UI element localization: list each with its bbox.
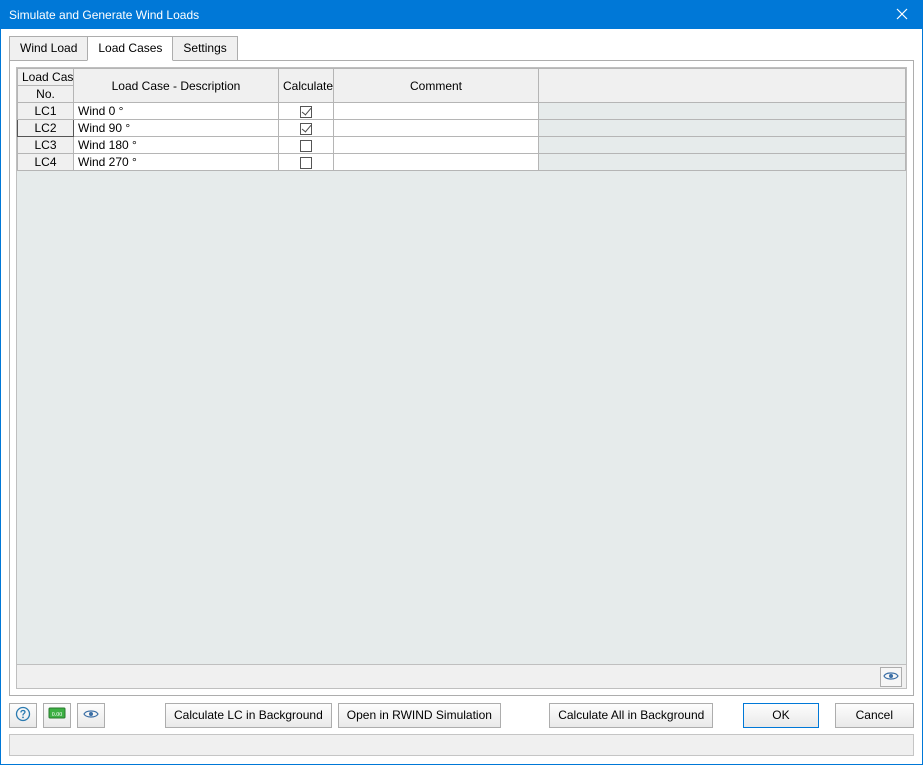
help-button[interactable] [9, 703, 37, 728]
calculate-all-background-button[interactable]: Calculate All in Background [549, 703, 713, 728]
cell-blank [539, 154, 906, 171]
cell-calculated[interactable] [279, 137, 334, 154]
title-bar: Simulate and Generate Wind Loads [1, 1, 922, 29]
table-row[interactable]: LC2Wind 90 ° [18, 120, 906, 137]
tab-label: Wind Load [20, 41, 77, 55]
table-row[interactable]: LC1Wind 0 ° [18, 103, 906, 120]
cell-calculated[interactable] [279, 154, 334, 171]
button-label: Calculate LC in Background [174, 708, 323, 722]
cell-load-case-no[interactable]: LC3 [18, 137, 74, 154]
close-icon [896, 8, 908, 23]
eye-icon [883, 670, 899, 684]
table-row[interactable]: LC4Wind 270 ° [18, 154, 906, 171]
grid-footer-toolbar [17, 664, 906, 688]
cell-calculated[interactable] [279, 120, 334, 137]
cell-calculated[interactable] [279, 103, 334, 120]
cell-blank [539, 103, 906, 120]
col-header-no-line1: Load Case [18, 69, 74, 86]
cell-load-case-no[interactable]: LC4 [18, 154, 74, 171]
checkbox-icon[interactable] [300, 106, 312, 118]
view-toggle-button[interactable] [880, 667, 902, 687]
view-button[interactable] [77, 703, 105, 728]
button-bar: 0.00 Calculate LC in Background Open in … [9, 702, 914, 728]
calculate-lc-background-button[interactable]: Calculate LC in Background [165, 703, 332, 728]
tab-label: Load Cases [98, 41, 162, 55]
checkbox-icon[interactable] [300, 157, 312, 169]
checkbox-icon[interactable] [300, 140, 312, 152]
tab-label: Settings [183, 41, 226, 55]
tab-panel: Load Case Load Case - Description Calcul… [9, 60, 914, 696]
cell-comment[interactable] [334, 120, 539, 137]
svg-text:0.00: 0.00 [52, 712, 63, 718]
ok-button[interactable]: OK [743, 703, 818, 728]
cell-blank [539, 120, 906, 137]
close-button[interactable] [882, 1, 922, 29]
button-label: OK [772, 708, 789, 722]
help-icon [15, 706, 31, 725]
tab-wind-load[interactable]: Wind Load [9, 36, 88, 61]
col-header-desc: Load Case - Description [74, 69, 279, 103]
tab-settings[interactable]: Settings [172, 36, 237, 61]
cell-blank [539, 137, 906, 154]
col-header-blank [539, 69, 906, 103]
cancel-button[interactable]: Cancel [835, 703, 914, 728]
cell-comment[interactable] [334, 137, 539, 154]
units-button[interactable]: 0.00 [43, 703, 71, 728]
cell-description[interactable]: Wind 90 ° [74, 120, 279, 137]
cell-load-case-no[interactable]: LC1 [18, 103, 74, 120]
window-title: Simulate and Generate Wind Loads [9, 8, 882, 22]
cell-comment[interactable] [334, 103, 539, 120]
col-header-comment: Comment [334, 69, 539, 103]
load-cases-grid[interactable]: Load Case Load Case - Description Calcul… [16, 67, 907, 689]
col-header-no-line2: No. [18, 86, 74, 103]
button-label: Calculate All in Background [558, 708, 704, 722]
cell-comment[interactable] [334, 154, 539, 171]
open-rwind-button[interactable]: Open in RWIND Simulation [338, 703, 501, 728]
eye-icon [83, 708, 99, 722]
status-bar [9, 734, 914, 756]
cell-description[interactable]: Wind 270 ° [74, 154, 279, 171]
cell-description[interactable]: Wind 180 ° [74, 137, 279, 154]
grid-header: Load Case Load Case - Description Calcul… [18, 69, 906, 103]
checkbox-icon[interactable] [300, 123, 312, 135]
tab-strip: Wind Load Load Cases Settings [9, 35, 914, 60]
cell-load-case-no[interactable]: LC2 [18, 120, 74, 137]
table-row[interactable]: LC3Wind 180 ° [18, 137, 906, 154]
col-header-calc: Calculated [279, 69, 334, 103]
dialog-window: Simulate and Generate Wind Loads Wind Lo… [0, 0, 923, 765]
button-label: Cancel [856, 708, 893, 722]
tab-load-cases[interactable]: Load Cases [87, 36, 173, 61]
cell-description[interactable]: Wind 0 ° [74, 103, 279, 120]
button-label: Open in RWIND Simulation [347, 708, 492, 722]
units-icon: 0.00 [48, 707, 66, 724]
